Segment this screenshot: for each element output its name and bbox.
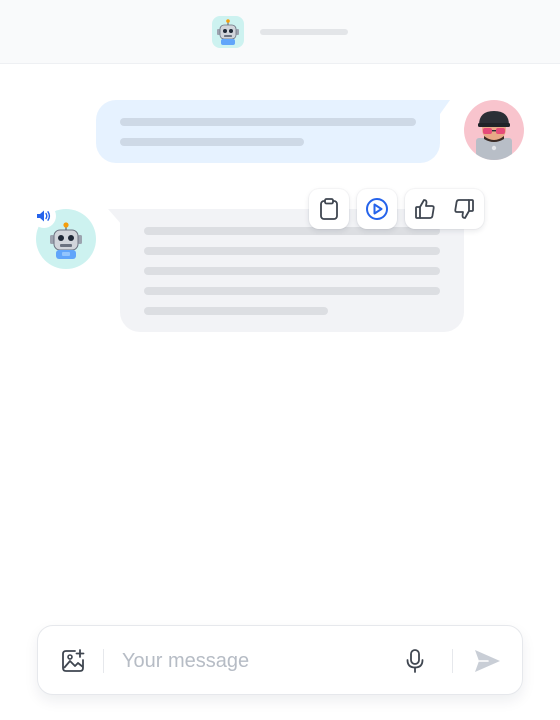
message-text-placeholder bbox=[144, 287, 440, 295]
chat-header bbox=[0, 0, 560, 64]
clipboard-icon bbox=[320, 198, 338, 220]
send-button[interactable] bbox=[471, 645, 503, 677]
play-circle-icon bbox=[366, 198, 388, 220]
message-text-placeholder bbox=[144, 307, 328, 315]
thumbs-up-icon bbox=[415, 199, 435, 219]
user-message-bubble bbox=[96, 100, 440, 163]
user-avatar[interactable] bbox=[464, 100, 524, 160]
message-composer bbox=[37, 625, 523, 695]
message-text-placeholder bbox=[120, 118, 416, 126]
user-bubble-tail bbox=[430, 100, 450, 114]
microphone-icon bbox=[406, 649, 424, 673]
copy-button[interactable] bbox=[309, 189, 349, 229]
voice-input-button[interactable] bbox=[402, 646, 428, 676]
dislike-button[interactable] bbox=[445, 189, 484, 229]
robot-icon bbox=[217, 19, 239, 45]
speaking-indicator bbox=[32, 204, 56, 228]
user-avatar-icon bbox=[476, 111, 512, 160]
feedback-group bbox=[405, 189, 484, 229]
thumbs-down-icon bbox=[454, 199, 474, 219]
attach-image-button[interactable] bbox=[58, 646, 88, 676]
message-text-placeholder bbox=[144, 247, 440, 255]
composer-divider bbox=[103, 649, 104, 673]
speaker-playing-icon bbox=[37, 210, 51, 222]
message-input[interactable] bbox=[122, 646, 390, 676]
message-text-placeholder bbox=[144, 227, 440, 235]
bot-header-avatar[interactable] bbox=[212, 16, 244, 48]
image-plus-icon bbox=[62, 649, 85, 672]
message-text-placeholder bbox=[144, 267, 440, 275]
like-button[interactable] bbox=[406, 189, 445, 229]
message-text-placeholder bbox=[120, 138, 304, 146]
composer-divider bbox=[452, 649, 453, 673]
send-icon bbox=[475, 650, 500, 672]
play-audio-button[interactable] bbox=[357, 189, 397, 229]
chat-title-placeholder bbox=[260, 29, 348, 35]
